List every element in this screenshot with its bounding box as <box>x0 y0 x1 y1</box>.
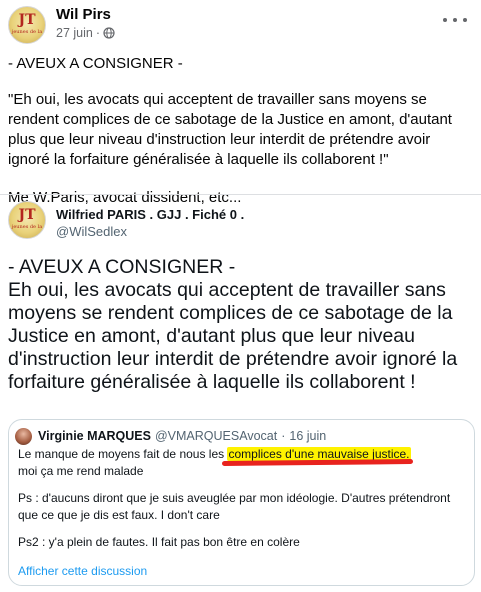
quoted-tweet-card[interactable]: Virginie MARQUES @VMARQUESAvocat · 16 ju… <box>8 419 475 586</box>
globe-icon[interactable] <box>103 27 115 39</box>
quoted-author-name[interactable]: Virginie MARQUES <box>38 429 151 443</box>
tweet-line: - AVEUX A CONSIGNER - <box>8 256 236 278</box>
post-text: - AVEUX A CONSIGNER - "Eh oui, les avoca… <box>8 54 474 224</box>
quoted-tweet-header: Virginie MARQUES @VMARQUESAvocat · 16 ju… <box>38 429 326 443</box>
quoted-text: Le manque de moyens fait de nous les <box>18 447 228 461</box>
author-avatar[interactable]: JT jeunes de la <box>8 6 46 44</box>
quoted-author-avatar[interactable] <box>15 428 32 445</box>
quoted-paragraph: Ps2 : y'a plein de fautes. Il fait pas b… <box>18 535 300 549</box>
avatar-caption: jeunes de la <box>11 29 43 35</box>
quoted-paragraph: Ps : d'aucuns diront que je suis aveuglé… <box>18 491 451 522</box>
avatar-monogram: JT <box>18 12 36 28</box>
tweet-text: - AVEUX A CONSIGNER - Eh oui, les avocat… <box>8 256 478 394</box>
post-paragraph: Me W.Paris, avocat dissident, etc... <box>8 189 242 206</box>
tweet-author-name[interactable]: Wilfried PARIS . GJJ . Fiché 0 . <box>56 207 244 222</box>
quoted-text: moi ça me rend malade <box>18 464 144 478</box>
tweet-line: Eh oui, les avocats qui acceptent de tra… <box>8 279 458 393</box>
avatar-caption: jeunes de la <box>11 224 43 230</box>
quoted-date[interactable]: 16 juin <box>289 429 326 443</box>
tweet-author-handle[interactable]: @WilSedlex <box>56 224 127 239</box>
more-options-icon[interactable] <box>443 12 467 28</box>
post-paragraph: - AVEUX A CONSIGNER - <box>8 55 183 72</box>
quoted-author-handle[interactable]: @VMARQUESAvocat <box>155 429 277 443</box>
post-paragraph: "Eh oui, les avocats qui acceptent de tr… <box>8 91 452 168</box>
meta-separator: · <box>95 26 101 40</box>
divider <box>0 194 481 195</box>
post-meta: 27 juin · <box>56 26 115 40</box>
tweet-author-avatar[interactable]: JT jeunes de la <box>8 201 46 239</box>
post-header: JT jeunes de la Wil Pirs 27 juin · <box>0 0 481 50</box>
author-name[interactable]: Wil Pirs <box>56 6 111 23</box>
quoted-separator: · <box>281 429 286 443</box>
show-thread-link[interactable]: Afficher cette discussion <box>18 564 147 578</box>
avatar-monogram: JT <box>18 207 36 223</box>
post-date[interactable]: 27 juin <box>56 26 93 40</box>
